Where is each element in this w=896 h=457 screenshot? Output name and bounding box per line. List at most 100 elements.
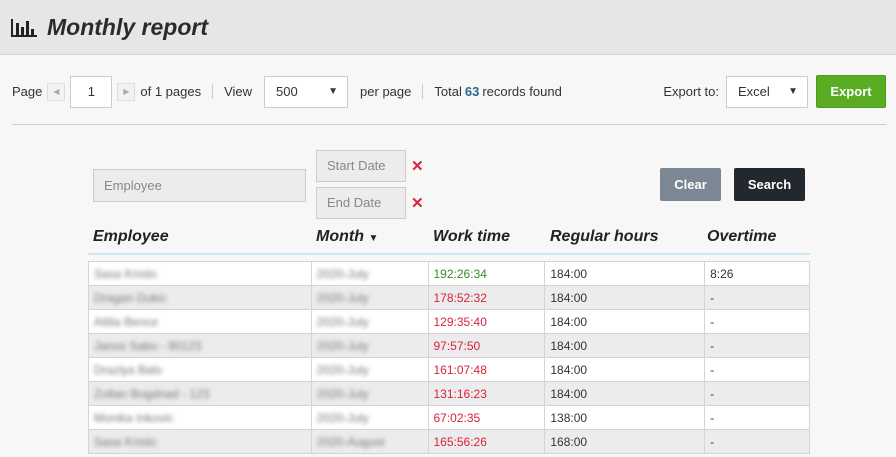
- overtime-cell-text: -: [710, 362, 715, 377]
- regular-hours-cell: 184:00: [544, 285, 706, 310]
- search-button[interactable]: Search: [734, 168, 805, 201]
- chevron-right-icon: ▶: [123, 87, 130, 96]
- month-cell: 2020-July: [310, 261, 429, 286]
- month-cell-text: 2020-July: [316, 410, 369, 425]
- month-cell-text: 2020-August: [316, 434, 385, 449]
- regular-hours-cell: 184:00: [544, 333, 706, 358]
- work-time-cell-text: 129:35:40: [433, 314, 487, 329]
- month-cell: 2020-July: [310, 381, 429, 406]
- employee-filter-input[interactable]: Employee: [93, 169, 306, 202]
- month-cell-text: 2020-July: [316, 338, 369, 353]
- start-date-input[interactable]: Start Date: [316, 150, 406, 182]
- employee-cell-text: Zoltan Bogdnad - 123: [94, 386, 210, 401]
- regular-hours-cell: 168:00: [544, 429, 706, 454]
- column-header-employee[interactable]: Employee: [93, 228, 169, 246]
- overtime-cell: -: [704, 333, 810, 358]
- employee-cell: Sasa Kristic: [88, 429, 312, 454]
- work-time-cell: 131:16:23: [427, 381, 546, 406]
- overtime-cell: -: [704, 429, 810, 454]
- month-cell: 2020-July: [310, 333, 429, 358]
- export-format-value: Excel: [738, 84, 770, 99]
- bar-chart-icon: [11, 19, 37, 37]
- overtime-cell-text: -: [710, 410, 715, 425]
- employee-cell: Monika Inkovic: [88, 405, 312, 430]
- divider: [212, 84, 214, 99]
- table-row[interactable]: Sasa Kristic 2020-August 165:56:26 168:00 -: [88, 429, 810, 454]
- next-page-button[interactable]: ▶: [117, 82, 136, 101]
- table-row[interactable]: Janos Sabo - 90123 2020-July 97:57:50 184:0…: [88, 333, 810, 358]
- employee-cell: Janos Sabo - 90123: [88, 333, 312, 358]
- export-format-select[interactable]: Excel ▼: [726, 75, 808, 108]
- clear-start-date-icon[interactable]: ✕: [411, 157, 424, 175]
- clear-button[interactable]: Clear: [660, 168, 721, 201]
- table-row[interactable]: Monika Inkovic 2020-July 67:02:35 138:00 -: [88, 405, 810, 430]
- regular-hours-cell-text: 168:00: [550, 434, 588, 449]
- overtime-cell-text: -: [710, 290, 715, 305]
- work-time-cell: 97:57:50: [427, 333, 546, 358]
- page-label: Page: [12, 84, 43, 99]
- export-button[interactable]: Export: [816, 75, 886, 108]
- employee-cell-text: Sasa Kristic: [94, 434, 158, 449]
- work-time-cell-text: 131:16:23: [433, 386, 487, 401]
- prev-page-button[interactable]: ◀: [47, 82, 66, 101]
- column-header-work-time[interactable]: Work time: [433, 228, 510, 246]
- overtime-cell: -: [704, 405, 810, 430]
- end-date-input[interactable]: End Date: [316, 187, 406, 219]
- page-title: Monthly report: [47, 13, 208, 40]
- work-time-cell: 178:52:32: [427, 285, 546, 310]
- work-time-cell-text: 67:02:35: [433, 410, 481, 425]
- divider: [422, 84, 424, 99]
- month-cell-text: 2020-July: [316, 386, 369, 401]
- view-count-select[interactable]: 500 ▼: [264, 75, 349, 108]
- export-to-label: Export to:: [663, 84, 719, 99]
- work-time-cell-text: 161:07:48: [433, 362, 487, 377]
- overtime-cell-text: 8:26: [710, 266, 734, 281]
- table-row[interactable]: Sasa Kristic 2020-July 192:26:34 184:00 8:26: [88, 261, 810, 286]
- regular-hours-cell: 138:00: [544, 405, 706, 430]
- work-time-cell: 192:26:34: [427, 261, 546, 286]
- overtime-cell: -: [704, 381, 810, 406]
- regular-hours-cell-text: 138:00: [550, 410, 588, 425]
- chevron-down-icon: ▼: [328, 86, 339, 97]
- month-cell: 2020-July: [310, 357, 429, 382]
- employee-cell-text: Drazlya Balo: [94, 362, 163, 377]
- column-header-regular-hours[interactable]: Regular hours: [550, 228, 658, 246]
- month-cell: 2020-July: [310, 405, 429, 430]
- header-underline: [88, 253, 810, 255]
- overtime-cell: -: [704, 285, 810, 310]
- page-number-input[interactable]: 1: [70, 75, 113, 108]
- view-label: View: [224, 84, 253, 99]
- chevron-down-icon: ▼: [788, 86, 798, 97]
- table-row[interactable]: Drazlya Balo 2020-July 161:07:48 184:00 -: [88, 357, 810, 382]
- overtime-cell-text: -: [710, 434, 715, 449]
- work-time-cell: 161:07:48: [427, 357, 546, 382]
- table-row[interactable]: Dragan Dukic 2020-July 178:52:32 184:00 -: [88, 285, 810, 310]
- column-header-overtime[interactable]: Overtime: [707, 228, 776, 246]
- overtime-cell-text: -: [710, 314, 715, 329]
- table-row[interactable]: Zoltan Bogdnad - 123 2020-July 131:16:23 18…: [88, 381, 810, 406]
- work-time-cell-text: 97:57:50: [433, 338, 481, 353]
- divider: [12, 124, 886, 125]
- page-header: Monthly report: [0, 0, 896, 55]
- month-cell-text: 2020-July: [316, 362, 369, 377]
- overtime-cell-text: -: [710, 338, 715, 353]
- work-time-cell: 165:56:26: [427, 429, 546, 454]
- total-suffix: records found: [482, 84, 562, 99]
- employee-cell-text: Attila Bence: [94, 314, 159, 329]
- regular-hours-cell: 184:00: [544, 357, 706, 382]
- regular-hours-cell: 184:00: [544, 309, 706, 334]
- overtime-cell: 8:26: [704, 261, 810, 286]
- employee-cell-text: Monika Inkovic: [94, 410, 174, 425]
- total-prefix: Total: [434, 84, 462, 99]
- clear-end-date-icon[interactable]: ✕: [411, 194, 424, 212]
- month-cell-text: 2020-July: [316, 290, 369, 305]
- employee-cell: Drazlya Balo: [88, 357, 312, 382]
- employee-cell-text: Janos Sabo - 90123: [94, 338, 202, 353]
- column-header-month[interactable]: Month ▼: [316, 228, 378, 246]
- table-row[interactable]: Attila Bence 2020-July 129:35:40 184:00 -: [88, 309, 810, 334]
- month-cell: 2020-July: [310, 285, 429, 310]
- work-time-cell: 129:35:40: [427, 309, 546, 334]
- month-cell: 2020-August: [310, 429, 429, 454]
- employee-cell-text: Dragan Dukic: [94, 290, 167, 305]
- work-time-cell-text: 192:26:34: [433, 266, 487, 281]
